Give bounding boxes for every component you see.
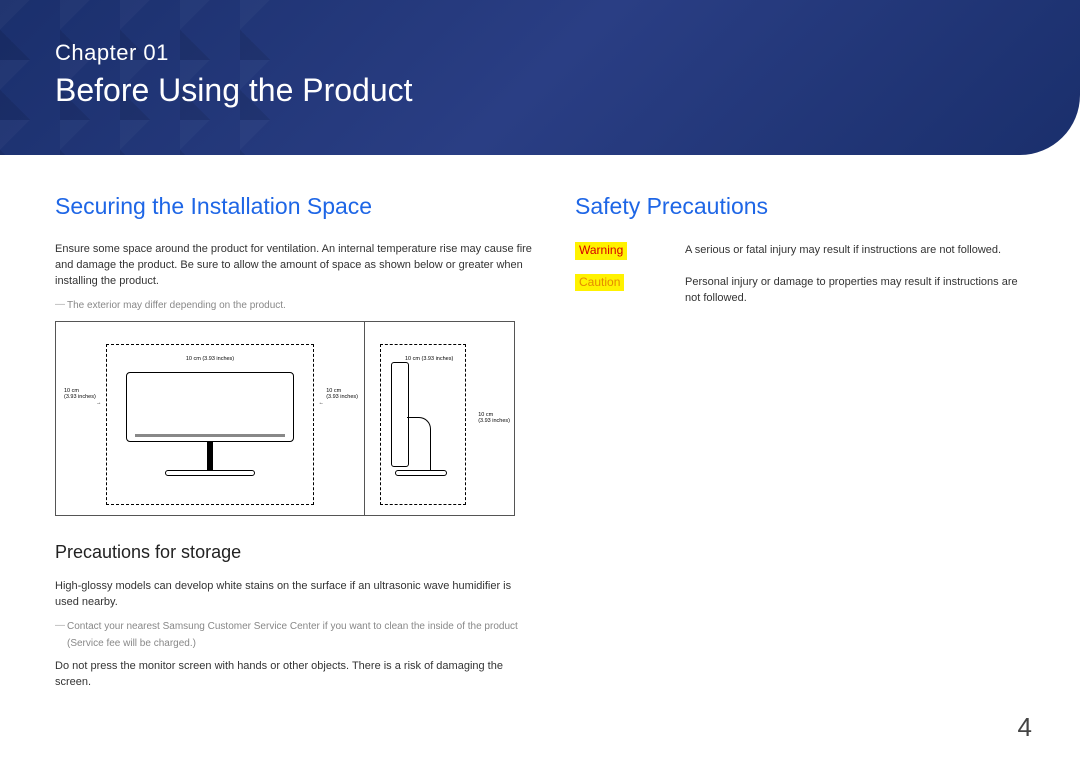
storage-para-2: Do not press the monitor screen with han…: [55, 659, 535, 691]
chapter-banner: Chapter 01 Before Using the Product: [0, 0, 1080, 155]
spacing-diagram: 10 cm (3.93 inches) 10 cm (3.93 inches) …: [55, 321, 515, 516]
section-heading-install: Securing the Installation Space: [55, 193, 535, 220]
dim-top: 10 cm (3.93 inches): [186, 356, 234, 362]
caution-badge: Caution: [575, 274, 624, 292]
right-column: Safety Precautions Warning A serious or …: [575, 193, 1025, 701]
page-number: 4: [1018, 712, 1032, 743]
page-content: Securing the Installation Space Ensure s…: [0, 155, 1080, 701]
exterior-note: The exterior may differ depending on the…: [55, 300, 535, 311]
warning-text: A serious or fatal injury may result if …: [685, 242, 1025, 260]
diagram-side-view: 10 cm (3.93 inches) 10 cm (3.93 inches): [364, 322, 514, 515]
dim-back-sub: (3.93 inches): [478, 418, 510, 424]
diagram-front-view: 10 cm (3.93 inches) 10 cm (3.93 inches) …: [56, 322, 364, 515]
chapter-title: Before Using the Product: [55, 72, 1025, 109]
dim-right-sub: (3.93 inches): [326, 394, 358, 400]
sub-heading-storage: Precautions for storage: [55, 542, 535, 563]
storage-note: Contact your nearest Samsung Customer Se…: [55, 621, 535, 632]
dim-left-sub: (3.93 inches): [64, 394, 96, 400]
chapter-label: Chapter 01: [55, 40, 1025, 66]
intro-paragraph: Ensure some space around the product for…: [55, 242, 535, 290]
safety-definitions: Warning A serious or fatal injury may re…: [575, 242, 1025, 307]
storage-para-1: High-glossy models can develop white sta…: [55, 579, 535, 611]
storage-note-sub: (Service fee will be charged.): [67, 638, 535, 649]
left-column: Securing the Installation Space Ensure s…: [55, 193, 535, 701]
section-heading-safety: Safety Precautions: [575, 193, 1025, 220]
dim-side-top: 10 cm (3.93 inches): [405, 356, 453, 362]
caution-text: Personal injury or damage to properties …: [685, 274, 1025, 307]
warning-badge: Warning: [575, 242, 627, 260]
